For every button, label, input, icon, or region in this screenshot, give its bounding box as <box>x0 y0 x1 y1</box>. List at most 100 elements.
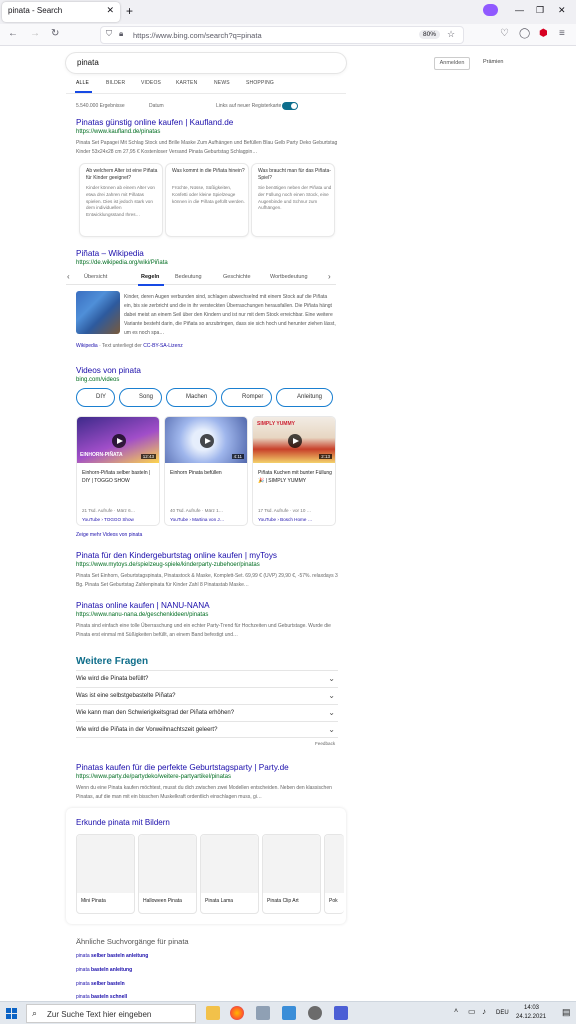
new-tab-icon[interactable]: + <box>126 4 133 18</box>
chevron-down-icon[interactable]: ⌄ <box>328 674 335 683</box>
back-icon[interactable]: ← <box>8 28 18 39</box>
faq-item[interactable]: Wie wird die Pinata befüllt? ⌄ <box>76 670 338 687</box>
faq-item[interactable]: Was ist eine selbstgebastelte Piñata? ⌄ <box>76 687 338 704</box>
taskbar-search[interactable]: ⌕ Zur Suche Text hier eingeben <box>26 1004 196 1023</box>
image-carousel-title[interactable]: Erkunde pinata mit Bildern <box>76 818 170 827</box>
language-indicator[interactable]: DEU <box>496 1010 509 1016</box>
menu-icon[interactable]: ≡ <box>559 28 565 39</box>
wiki-tab[interactable]: Wortbedeutung <box>270 274 308 280</box>
videos-title[interactable]: Videos von pinata <box>76 366 141 375</box>
chevron-down-icon[interactable]: ⌄ <box>328 691 335 700</box>
shield-icon[interactable]: ⛉ <box>106 29 112 39</box>
image-tile[interactable]: Pinata Lama <box>200 834 259 914</box>
image-tile[interactable]: Halloween Pinata <box>138 834 197 914</box>
play-icon[interactable] <box>200 434 214 448</box>
forward-icon[interactable]: → <box>30 28 40 39</box>
wiki-image[interactable] <box>76 291 120 334</box>
related-search-link[interactable]: pinata basteln anleitung <box>76 967 132 973</box>
search-input[interactable]: pinata <box>66 53 346 73</box>
videos-url[interactable]: bing.com/videos <box>76 377 119 383</box>
firefox-icon[interactable] <box>230 1006 244 1020</box>
signin-button[interactable]: Anmelden <box>434 57 470 70</box>
windows-start-icon[interactable] <box>6 1008 17 1019</box>
wiki-tab[interactable]: Übersicht <box>84 274 107 280</box>
chip-romper[interactable]: Romper <box>221 388 272 407</box>
lock-icon[interactable]: 🔒︎ <box>119 29 123 39</box>
wiki-source[interactable]: Wikipedia <box>76 343 98 349</box>
result-url[interactable]: https://www.nanu-nana.de/geschenkideen/p… <box>76 612 208 618</box>
chip-anleitung[interactable]: Anleitung <box>276 388 333 407</box>
result-title[interactable]: Piñata – Wikipedia <box>76 249 144 258</box>
notification-icon[interactable]: ▤ <box>562 1007 571 1018</box>
reload-icon[interactable]: ↻ <box>51 28 59 39</box>
date-filter[interactable]: Datum <box>149 103 164 109</box>
maximize-icon[interactable]: ❐ <box>536 5 544 16</box>
chevron-left-icon[interactable]: ‹ <box>67 272 70 281</box>
result-title[interactable]: Pinatas kaufen für die perfekte Geburtst… <box>76 763 289 772</box>
image-tile[interactable]: Pinata Clip Art <box>262 834 321 914</box>
wiki-tab[interactable]: Regeln <box>141 274 159 280</box>
chevron-down-icon[interactable]: ⌄ <box>328 708 335 717</box>
image-tile[interactable]: Pok <box>324 834 344 914</box>
minimize-icon[interactable]: — <box>515 5 524 15</box>
wiki-tab[interactable]: Geschichte <box>223 274 251 280</box>
close-icon[interactable]: ✕ <box>106 5 114 16</box>
browser-tab[interactable]: pinata - Search ✕ <box>2 2 120 22</box>
result-title[interactable]: Pinatas online kaufen | NANU-NANA <box>76 601 210 610</box>
app-icon[interactable] <box>282 1006 296 1020</box>
newtab-toggle[interactable] <box>282 102 298 110</box>
app-icon[interactable] <box>256 1006 270 1020</box>
zoom-level[interactable]: 80% <box>419 30 441 39</box>
image-tile[interactable]: Mini Pinata <box>76 834 135 914</box>
file-explorer-icon[interactable] <box>206 1006 220 1020</box>
rewards-link[interactable]: Prämien <box>483 59 503 65</box>
clock-date[interactable]: 24.12.2021 <box>516 1014 546 1020</box>
tab-all[interactable]: ALLE <box>76 80 89 86</box>
settings-gear-icon[interactable] <box>308 1006 322 1020</box>
related-search-link[interactable]: pinata basteln schnell <box>76 994 127 1000</box>
faq-item[interactable]: Wie kann man den Schwierigkeitsgrad der … <box>76 704 338 721</box>
license-link[interactable]: CC-BY-SA-Lizenz <box>143 343 183 349</box>
close-window-icon[interactable]: ✕ <box>558 5 566 16</box>
addon-icon[interactable]: ⬢ <box>539 28 548 39</box>
tab-maps[interactable]: KARTEN <box>176 80 197 86</box>
wiki-tab[interactable]: Bedeutung <box>175 274 202 280</box>
tab-videos[interactable]: VIDEOS <box>141 80 161 86</box>
result-url[interactable]: https://www.kaufland.de/pinatas <box>76 129 160 135</box>
related-search-link[interactable]: pinata selber basteln anleitung <box>76 953 148 959</box>
play-icon[interactable] <box>112 434 126 448</box>
video-card[interactable]: SIMPLY YUMMY 2:13 Piñata Kuchen mit bunt… <box>252 416 336 526</box>
result-url[interactable]: https://www.party.de/partydeko/weitere-p… <box>76 774 231 780</box>
tab-images[interactable]: BILDER <box>106 80 125 86</box>
url-bar[interactable]: ⛉ 🔒︎ https://www.bing.com/search?q=pinat… <box>100 26 464 44</box>
faq-card[interactable]: Was braucht man für das Piñata-Spiel? Si… <box>251 163 335 237</box>
volume-icon[interactable]: ♪ <box>482 1007 486 1016</box>
faq-card[interactable]: Ab welchem Alter ist eine Piñata für Kin… <box>79 163 163 237</box>
video-card[interactable]: EINHORN-PIÑATA 12:43 Einhorn-Piñata selb… <box>76 416 160 526</box>
chip-song[interactable]: Song <box>119 388 162 407</box>
result-url[interactable]: https://www.mytoys.de/spielzeug-spiele/k… <box>76 562 260 568</box>
result-title[interactable]: Pinatas günstig online kaufen | Kaufland… <box>76 118 233 127</box>
pocket-icon[interactable]: ♡ <box>500 28 509 39</box>
app-icon[interactable] <box>334 1006 348 1020</box>
chip-diy[interactable]: DIY <box>76 388 115 407</box>
tab-shopping[interactable]: SHOPPING <box>246 80 274 86</box>
more-videos-link[interactable]: Zeige mehr Videos von pinata <box>76 532 142 538</box>
faq-item[interactable]: Wie wird die Piñata in der Vorweihnachts… <box>76 721 338 738</box>
chevron-right-icon[interactable]: › <box>328 272 331 281</box>
clock-time[interactable]: 14:03 <box>524 1005 539 1011</box>
play-icon[interactable] <box>288 434 302 448</box>
chip-machen[interactable]: Machen <box>166 388 217 407</box>
chevron-up-icon[interactable]: ˄ <box>454 1008 458 1015</box>
network-icon[interactable]: ▭ <box>468 1007 476 1016</box>
feedback-link[interactable]: Feedback <box>315 741 335 746</box>
chevron-down-icon[interactable]: ⌄ <box>328 725 335 734</box>
video-card[interactable]: 4:11 Einhorn Pinata befüllen 40 Tsd. Auf… <box>164 416 248 526</box>
account-icon[interactable]: ◯ <box>519 28 530 39</box>
faq-card[interactable]: Was kommt in die Piñata hinein? Früchte,… <box>165 163 249 237</box>
tab-news[interactable]: NEWS <box>214 80 230 86</box>
result-url[interactable]: https://de.wikipedia.org/wiki/Piñata <box>76 260 168 266</box>
bookmark-star-icon[interactable]: ☆ <box>447 29 455 40</box>
result-title[interactable]: Pinata für den Kindergeburtstag online k… <box>76 551 277 560</box>
extension-icon[interactable] <box>483 4 498 16</box>
